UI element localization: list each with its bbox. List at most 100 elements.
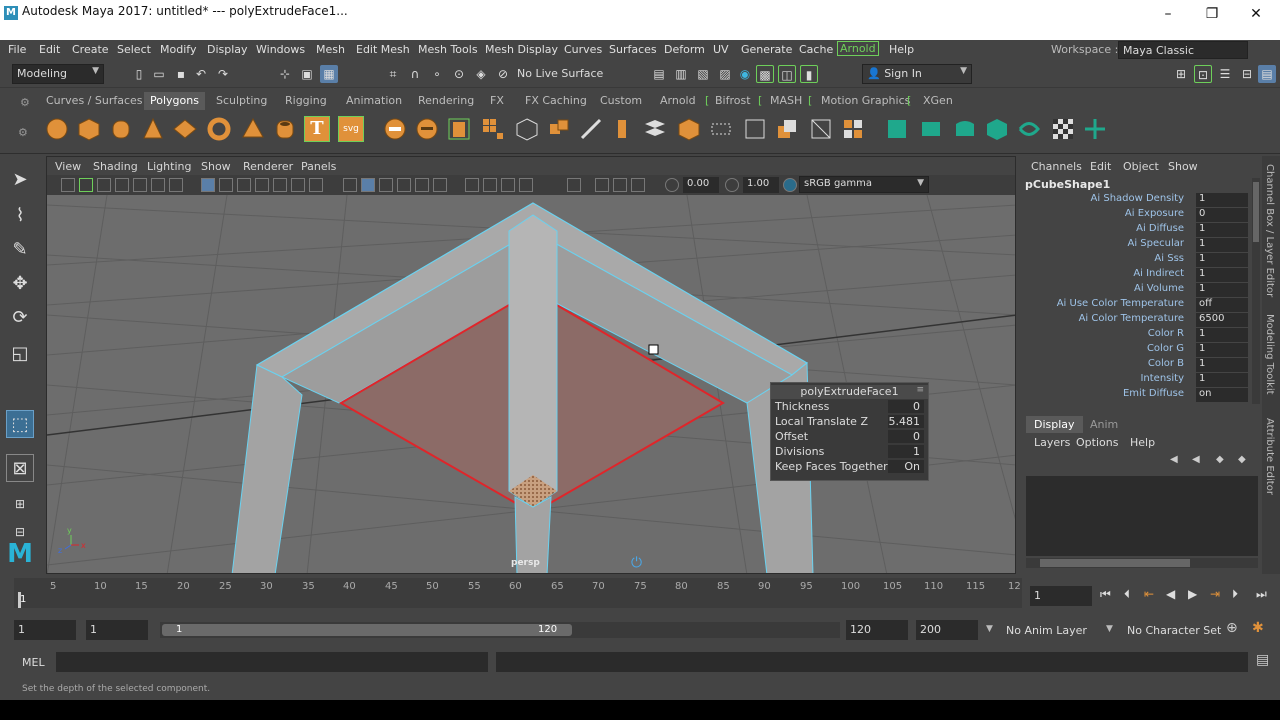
popup-row[interactable]: Divisions 1 [775, 445, 926, 459]
play-forward-icon[interactable]: ▶ [1188, 587, 1197, 601]
channel-menu-channels[interactable]: Channels [1031, 160, 1082, 173]
tab-display[interactable]: Display [1026, 416, 1083, 433]
mel-input[interactable] [56, 652, 488, 672]
attribute-value[interactable]: 1 [1196, 253, 1248, 267]
step-forward-key-icon[interactable]: ⇥ [1210, 587, 1220, 601]
attribute-value[interactable]: 1 [1196, 268, 1248, 282]
workspace-dropdown[interactable]: Maya Classic [1118, 41, 1248, 59]
boolean-icon[interactable] [774, 116, 800, 142]
attribute-value[interactable]: 1 [1196, 328, 1248, 342]
attribute-row[interactable]: Ai Volume 1 [1020, 283, 1250, 298]
tab-arnold[interactable]: Arnold [660, 94, 696, 107]
bevel-icon[interactable] [546, 116, 572, 142]
poly-cylinder-icon[interactable] [108, 116, 134, 142]
menu-windows[interactable]: Windows [256, 43, 305, 56]
reduce-icon[interactable] [840, 116, 866, 142]
save-scene-icon[interactable]: ▪ [172, 65, 190, 83]
attribute-value[interactable]: 1 [1196, 358, 1248, 372]
modeling-toolkit-icon[interactable]: ⊡ [1194, 65, 1212, 83]
image-plane-icon[interactable] [115, 178, 129, 192]
preferences-icon[interactable]: ✱ [1252, 620, 1264, 636]
tool-settings-icon[interactable]: ⊟ [1238, 65, 1256, 83]
resolution-gate-icon[interactable] [237, 178, 251, 192]
fill-hole-icon[interactable] [676, 116, 702, 142]
attribute-row[interactable]: Ai Color Temperature 6500 [1020, 313, 1250, 328]
chevron-down-icon[interactable]: ▼ [986, 624, 993, 634]
menu-edit[interactable]: Edit [39, 43, 60, 56]
maximize-button[interactable]: ❐ [1190, 2, 1234, 26]
menu-cache[interactable]: Cache [799, 43, 833, 56]
move-tool-icon[interactable]: ✥ [6, 270, 34, 298]
playhead[interactable] [18, 592, 21, 608]
xray-joints-icon[interactable] [613, 178, 627, 192]
scale-tool-icon[interactable]: ◱ [6, 340, 34, 368]
ipr-render-icon[interactable]: ▧ [694, 65, 712, 83]
time-slider[interactable]: 1 5 10 15 20 25 30 35 40 45 50 55 60 65 … [0, 578, 1280, 614]
character-set-dropdown[interactable]: No Character Set [1127, 624, 1221, 637]
menu-file[interactable]: File [8, 43, 26, 56]
poly-cone-icon[interactable] [140, 116, 166, 142]
side-tab-attribute-editor[interactable]: Attribute Editor [1264, 418, 1275, 495]
attribute-value[interactable]: 1 [1196, 193, 1248, 207]
snap-view-icon[interactable]: ⊙ [450, 65, 468, 83]
render-view-icon[interactable]: ▨ [716, 65, 734, 83]
tab-curves-surfaces[interactable]: Curves / Surfaces [46, 94, 143, 107]
viewport-menu-panels[interactable]: Panels [301, 160, 336, 173]
popup-row-value[interactable]: 0 [888, 430, 924, 443]
attribute-value[interactable]: 1 [1196, 238, 1248, 252]
attribute-row[interactable]: Intensity 1 [1020, 373, 1250, 388]
wireframe-icon[interactable] [343, 178, 357, 192]
layer-menu-options[interactable]: Options [1076, 436, 1118, 449]
layer-menu-help[interactable]: Help [1130, 436, 1155, 449]
playback-start-field[interactable]: 1 [86, 620, 148, 640]
tab-fx[interactable]: FX [490, 94, 504, 107]
snap-live-icon[interactable]: ⊘ [494, 65, 512, 83]
snap-curve-icon[interactable]: ∩ [406, 65, 424, 83]
separate-icon[interactable] [414, 116, 440, 142]
attribute-row[interactable]: Ai Indirect 1 [1020, 268, 1250, 283]
isolate-select-icon[interactable] [567, 178, 581, 192]
popup-row-value[interactable]: On [888, 460, 924, 473]
menu-create[interactable]: Create [72, 43, 109, 56]
script-editor-icon[interactable]: ▤ [1256, 652, 1269, 668]
live-surface-label[interactable]: No Live Surface [517, 67, 603, 80]
tab-sculpting[interactable]: Sculpting [216, 94, 267, 107]
attribute-value[interactable]: 1 [1196, 223, 1248, 237]
object-name[interactable]: pCubeShape1 [1025, 178, 1110, 191]
popup-menu-icon[interactable]: ≡ [916, 385, 924, 395]
viewport-menu-renderer[interactable]: Renderer [243, 160, 293, 173]
current-frame-field[interactable]: 1 [1030, 586, 1092, 606]
menu-generate[interactable]: Generate [741, 43, 792, 56]
undo-icon[interactable]: ↶ [192, 65, 210, 83]
step-back-key-icon[interactable]: ⇤ [1144, 587, 1154, 601]
step-forward-icon[interactable]: ⏵ [1232, 587, 1238, 602]
tab-rendering[interactable]: Rendering [418, 94, 474, 107]
poly-svg-icon[interactable]: svg [338, 116, 364, 142]
poly-pyramid-icon[interactable] [240, 116, 266, 142]
menu-mesh-display[interactable]: Mesh Display [485, 43, 558, 56]
chevron-down-icon[interactable]: ▼ [1106, 624, 1113, 634]
viewport-menu-view[interactable]: View [55, 160, 81, 173]
paint-select-icon[interactable]: ✎ [6, 236, 34, 264]
attribute-row[interactable]: Ai Exposure 0 [1020, 208, 1250, 223]
layout-quad-icon[interactable]: ⊞ [6, 490, 34, 518]
poly-sphere-icon[interactable] [44, 116, 70, 142]
playback-end-field[interactable]: 120 [846, 620, 908, 640]
camera-attr-icon[interactable] [79, 178, 93, 192]
attribute-editor-icon[interactable]: ☰ [1216, 65, 1234, 83]
shadows-icon[interactable] [433, 178, 447, 192]
layer-move-down-icon[interactable]: ◀ [1192, 454, 1200, 465]
grid-icon[interactable] [201, 178, 215, 192]
select-tool-icon[interactable]: ➤ [6, 166, 34, 194]
uv-editor-icon[interactable] [1082, 116, 1108, 142]
grease-pencil-icon[interactable] [151, 178, 165, 192]
play-backward-icon[interactable]: ◀ [1166, 587, 1175, 601]
tab-polygons[interactable]: Polygons [144, 92, 205, 110]
anti-aliasing-icon[interactable] [501, 178, 515, 192]
arnold-render-icon[interactable]: ▩ [756, 65, 774, 83]
select-component-icon[interactable]: ▦ [320, 65, 338, 83]
checker-icon[interactable] [1050, 116, 1076, 142]
poly-cube-icon[interactable] [76, 116, 102, 142]
safe-title-icon[interactable] [309, 178, 323, 192]
lights-icon[interactable] [415, 178, 429, 192]
